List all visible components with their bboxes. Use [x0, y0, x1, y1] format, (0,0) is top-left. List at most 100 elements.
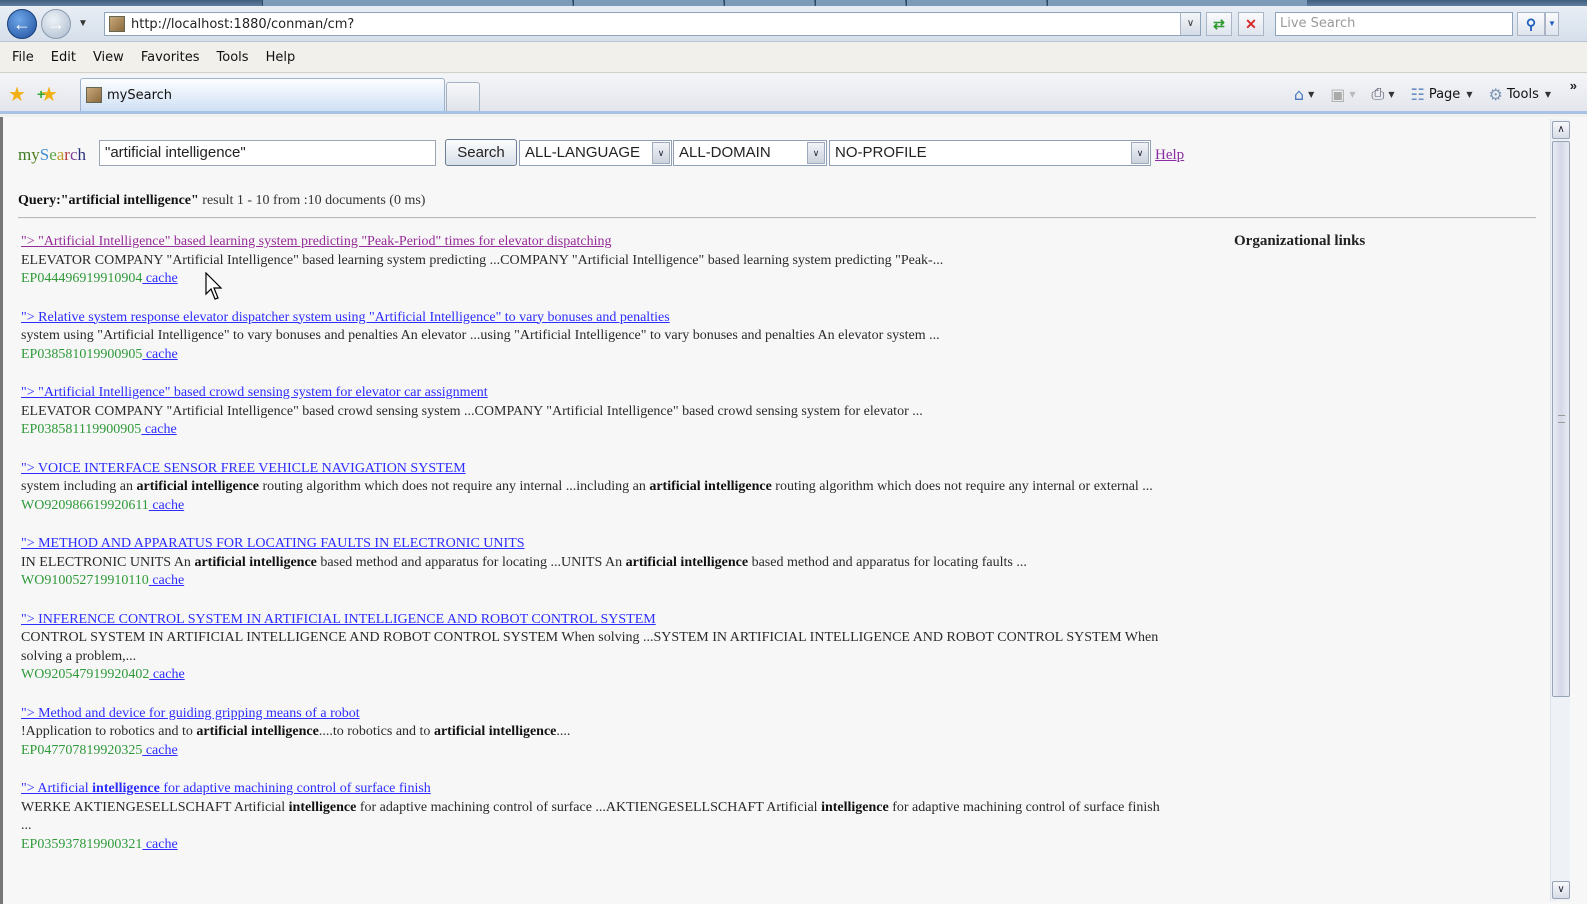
query-summary: Query:"artificial intelligence" result 1… — [18, 193, 425, 209]
page-menu-button[interactable]: Page — [1429, 87, 1460, 102]
vertical-scrollbar[interactable]: ∧ ∨ — [1550, 119, 1570, 901]
result-title-link[interactable]: "> Relative system response elevator dis… — [21, 309, 1161, 328]
address-bar-row: ← → ▼ http://localhost:1880/conman/cm? ∨… — [0, 6, 1587, 42]
result-cache-link[interactable]: cache — [142, 743, 178, 758]
result-cache-link[interactable]: cache — [149, 667, 185, 682]
result-document-id: EP035937819900321 — [21, 836, 143, 852]
result-title-link[interactable]: "> VOICE INTERFACE SENSOR FREE VEHICLE N… — [21, 460, 1161, 479]
query-summary-label: Query: — [18, 193, 61, 208]
chevron-down-icon[interactable]: ∨ — [652, 142, 670, 164]
result-title-link[interactable]: "> INFERENCE CONTROL SYSTEM IN ARTIFICIA… — [21, 611, 1161, 630]
result-cache-link[interactable]: cache — [142, 837, 178, 852]
logo-letter: a — [56, 145, 65, 164]
result-title-link[interactable]: "> METHOD AND APPARATUS FOR LOCATING FAU… — [21, 535, 1161, 554]
result-cache-link[interactable]: cache — [142, 271, 178, 286]
search-provider-dropdown[interactable]: ▼ — [1545, 12, 1559, 36]
rss-icon[interactable]: ▣ — [1330, 85, 1345, 104]
profile-select-value: NO-PROFILE — [835, 144, 927, 161]
address-bar[interactable]: http://localhost:1880/conman/cm? ∨ — [104, 12, 1201, 36]
snippet-highlight: intelligence — [288, 799, 357, 815]
mouse-cursor-icon — [205, 272, 223, 300]
forward-button[interactable]: → — [41, 9, 71, 39]
logo-letter: m — [18, 145, 32, 164]
search-button[interactable]: Search — [445, 139, 517, 166]
printer-icon[interactable]: ⎙ — [1372, 84, 1385, 104]
scroll-down-button[interactable]: ∨ — [1552, 881, 1570, 899]
print-dropdown[interactable]: ▼ — [1388, 90, 1394, 99]
profile-select[interactable]: NO-PROFILE ∨ — [829, 140, 1151, 166]
result-item: "> VOICE INTERFACE SENSOR FREE VEHICLE N… — [21, 460, 1161, 516]
result-cache-link[interactable]: cache — [149, 498, 184, 513]
language-select[interactable]: ALL-LANGUAGE ∨ — [519, 140, 672, 166]
search-query-input[interactable]: "artificial intelligence" — [99, 140, 436, 166]
home-icon[interactable]: ⌂ — [1294, 85, 1304, 104]
site-favicon-icon — [109, 16, 125, 32]
page-dropdown[interactable]: ▼ — [1466, 90, 1472, 99]
url-text[interactable]: http://localhost:1880/conman/cm? — [131, 17, 354, 32]
result-cache-link[interactable]: cache — [149, 573, 184, 588]
result-title-link[interactable]: "> "Artificial Intelligence" based learn… — [21, 233, 1161, 252]
back-button[interactable]: ← — [7, 9, 37, 39]
result-document-id: WO910052719910110 — [21, 573, 149, 588]
result-title-link[interactable]: "> Artificial intelligence for adaptive … — [21, 780, 1161, 799]
more-commands-chevron-icon[interactable]: » — [1570, 78, 1577, 93]
domain-select-value: ALL-DOMAIN — [679, 144, 771, 161]
snippet-text: routing algorithm which does not require… — [258, 479, 650, 494]
result-item: "> "Artificial Intelligence" based learn… — [21, 233, 1161, 289]
scrollbar-thumb[interactable] — [1552, 141, 1570, 697]
snippet-text: system using "Artificial Intelligence" t… — [21, 328, 940, 343]
result-snippet: CONTROL SYSTEM IN ARTIFICIAL INTELLIGENC… — [21, 629, 1161, 666]
tab-title: mySearch — [107, 87, 173, 103]
new-tab-button[interactable] — [446, 82, 480, 111]
scroll-up-button[interactable]: ∧ — [1552, 121, 1570, 139]
menu-view[interactable]: View — [93, 50, 124, 65]
recent-pages-dropdown[interactable]: ▼ — [78, 18, 88, 29]
mysearch-logo: mySearch — [18, 145, 86, 165]
snippet-text: based method and apparatus for locating … — [748, 554, 1027, 570]
result-title-link[interactable]: "> "Artificial Intelligence" based crowd… — [21, 384, 1161, 403]
site-favicon-icon — [86, 87, 102, 103]
address-dropdown-button[interactable]: ∨ — [1180, 13, 1200, 35]
tools-dropdown[interactable]: ▼ — [1545, 90, 1551, 99]
menu-favorites[interactable]: Favorites — [141, 50, 200, 65]
star-icon: ★ — [8, 84, 26, 106]
home-dropdown[interactable]: ▼ — [1308, 90, 1314, 99]
scrollbar-grip — [1558, 415, 1565, 423]
result-snippet: ELEVATOR COMPANY "Artificial Intelligenc… — [21, 252, 1161, 271]
chevron-down-icon[interactable]: ∨ — [807, 142, 825, 164]
result-document-id: WO920986619920611 — [21, 497, 149, 513]
domain-select[interactable]: ALL-DOMAIN ∨ — [673, 140, 827, 166]
snippet-text: based method and apparatus for locating … — [316, 554, 626, 570]
result-title-text: "> "Artificial Intelligence" based crowd… — [21, 385, 488, 400]
chevron-down-icon[interactable]: ∨ — [1131, 142, 1149, 164]
logo-letter: h — [77, 145, 87, 164]
menu-file[interactable]: File — [12, 50, 34, 65]
snippet-text: IN ELECTRONIC UNITS An — [21, 554, 195, 570]
stop-icon: ✕ — [1245, 16, 1257, 32]
menu-tools[interactable]: Tools — [217, 50, 249, 65]
result-cache-link[interactable]: cache — [141, 422, 177, 437]
menu-help[interactable]: Help — [266, 50, 296, 65]
snippet-text: !Application to robotics and to — [21, 724, 197, 739]
result-title-link[interactable]: "> Method and device for guiding grippin… — [21, 705, 1161, 724]
snippet-highlight: intelligence — [821, 799, 889, 815]
result-title-highlight: intelligence — [92, 781, 160, 796]
refresh-button[interactable]: ⇄ — [1206, 12, 1232, 36]
stop-button[interactable]: ✕ — [1238, 12, 1264, 36]
result-snippet: IN ELECTRONIC UNITS An artificial intell… — [21, 554, 1161, 573]
result-snippet: system including an artificial intellige… — [21, 478, 1161, 497]
result-meta: WO910052719910110 cache — [21, 572, 1161, 591]
live-search-input[interactable]: Live Search — [1275, 12, 1513, 36]
query-summary-stats: result 1 - 10 from :10 documents (0 ms) — [198, 193, 426, 208]
snippet-highlight: artificial intelligence — [136, 479, 259, 494]
menu-edit[interactable]: Edit — [51, 50, 76, 65]
live-search-button[interactable]: ⚲ — [1517, 12, 1545, 36]
add-favorite-button[interactable]: ★ + — [37, 82, 58, 107]
feeds-dropdown: ▼ — [1349, 89, 1356, 99]
help-link[interactable]: Help — [1155, 147, 1184, 164]
tab-mysearch[interactable]: mySearch — [80, 78, 445, 111]
tools-menu-button[interactable]: Tools — [1507, 87, 1539, 102]
result-cache-link[interactable]: cache — [142, 347, 178, 362]
favorites-center-button[interactable]: ★ — [8, 82, 26, 107]
menu-bar: File Edit View Favorites Tools Help — [0, 43, 1587, 73]
